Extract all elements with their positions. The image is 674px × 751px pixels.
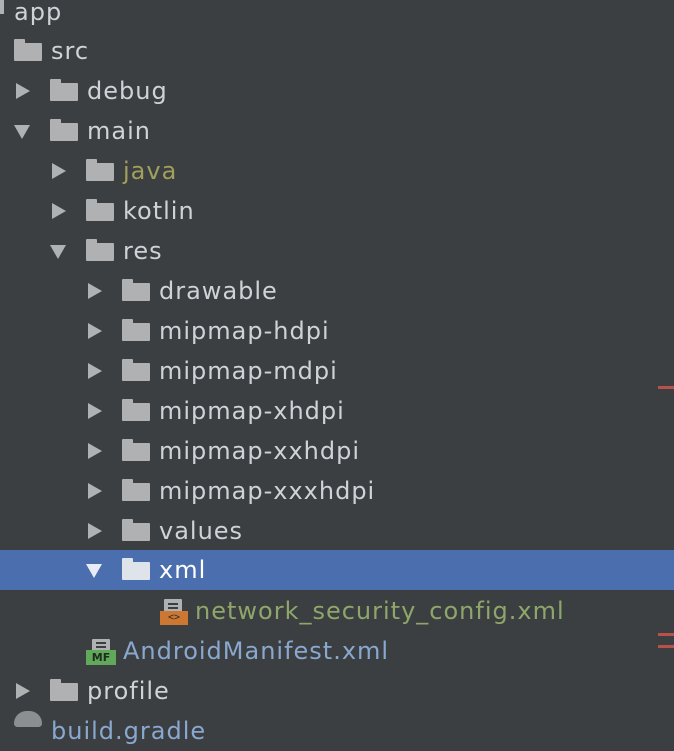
folder-icon [50,679,78,703]
folder-icon [122,319,150,343]
tree-item-network-security-config[interactable]: <> network_security_config.xml [0,591,674,631]
tree-item-android-manifest[interactable]: MF AndroidManifest.xml [0,631,674,671]
gradle-icon [14,711,42,727]
folder-icon [86,239,114,263]
tree-item-label: mipmap-hdpi [159,317,330,345]
chevron-right-icon[interactable] [88,283,102,299]
tree-item-app[interactable]: app [0,0,674,32]
tree-item-label: debug [87,77,168,105]
folder-icon [122,359,150,383]
tree-item-label: xml [159,556,207,584]
chevron-right-icon[interactable] [88,403,102,419]
tree-item-main[interactable]: main [0,111,674,151]
folder-icon [86,159,114,183]
tree-item-label: main [87,117,151,145]
xml-badge: <> [160,611,188,625]
tree-item-label: values [159,517,244,545]
chevron-right-icon[interactable] [16,83,30,99]
chevron-right-icon[interactable] [88,523,102,539]
tree-item-profile[interactable]: profile [0,671,674,711]
tree-item-label: java [123,157,178,185]
tree-item-label: app [14,0,63,26]
folder-icon [122,558,150,582]
xml-file-icon: <> [160,599,188,625]
chevron-right-icon[interactable] [88,323,102,339]
tree-item-mipmap-xhdpi[interactable]: mipmap-xhdpi [0,391,674,431]
tree-item-label: profile [87,677,170,705]
tree-item-mipmap-hdpi[interactable]: mipmap-hdpi [0,311,674,351]
error-stripe-marker[interactable] [658,645,674,648]
error-stripe-marker[interactable] [658,633,674,636]
folder-icon [14,39,42,63]
chevron-down-icon[interactable] [50,245,66,259]
tree-item-label: mipmap-xxhdpi [159,437,361,465]
tree-item-label: build.gradle [51,717,207,745]
tree-item-label: mipmap-xhdpi [159,397,345,425]
tree-item-src[interactable]: src [0,31,674,71]
tree-item-label: AndroidManifest.xml [123,637,390,665]
manifest-badge: MF [86,650,116,665]
tree-item-mipmap-xxxhdpi[interactable]: mipmap-xxxhdpi [0,471,674,511]
tree-item-drawable[interactable]: drawable [0,271,674,311]
chevron-right-icon[interactable] [16,683,30,699]
tree-item-label: res [123,237,163,265]
folder-icon [86,199,114,223]
tree-item-label: src [51,37,90,65]
chevron-right-icon[interactable] [52,163,66,179]
manifest-file-icon: MF [86,639,116,665]
chevron-down-icon[interactable] [86,564,102,578]
tree-item-label: mipmap-mdpi [159,357,338,385]
folder-icon [122,479,150,503]
tree-item-kotlin[interactable]: kotlin [0,191,674,231]
tree-item-label: drawable [159,277,278,305]
tree-item-res[interactable]: res [0,231,674,271]
tree-item-xml[interactable]: xml [0,550,674,590]
folder-icon [122,279,150,303]
tree-item-java[interactable]: java [0,151,674,191]
chevron-right-icon[interactable] [88,363,102,379]
folder-icon [122,519,150,543]
tree-item-label: kotlin [123,197,195,225]
tree-item-debug[interactable]: debug [0,71,674,111]
error-stripe-marker[interactable] [658,386,674,389]
chevron-right-icon[interactable] [52,203,66,219]
tree-item-values[interactable]: values [0,511,674,551]
chevron-right-icon[interactable] [88,483,102,499]
tree-item-build-gradle[interactable]: build.gradle [0,711,674,751]
folder-icon [50,119,78,143]
chevron-right-icon[interactable] [88,443,102,459]
folder-icon [122,439,150,463]
tree-item-mipmap-mdpi[interactable]: mipmap-mdpi [0,351,674,391]
folder-icon [50,79,78,103]
chevron-down-icon[interactable] [14,125,30,139]
tree-item-mipmap-xxhdpi[interactable]: mipmap-xxhdpi [0,431,674,471]
folder-icon [122,399,150,423]
tree-guide-line [0,0,4,14]
tree-item-label: mipmap-xxxhdpi [159,477,376,505]
tree-item-label: network_security_config.xml [195,597,565,625]
